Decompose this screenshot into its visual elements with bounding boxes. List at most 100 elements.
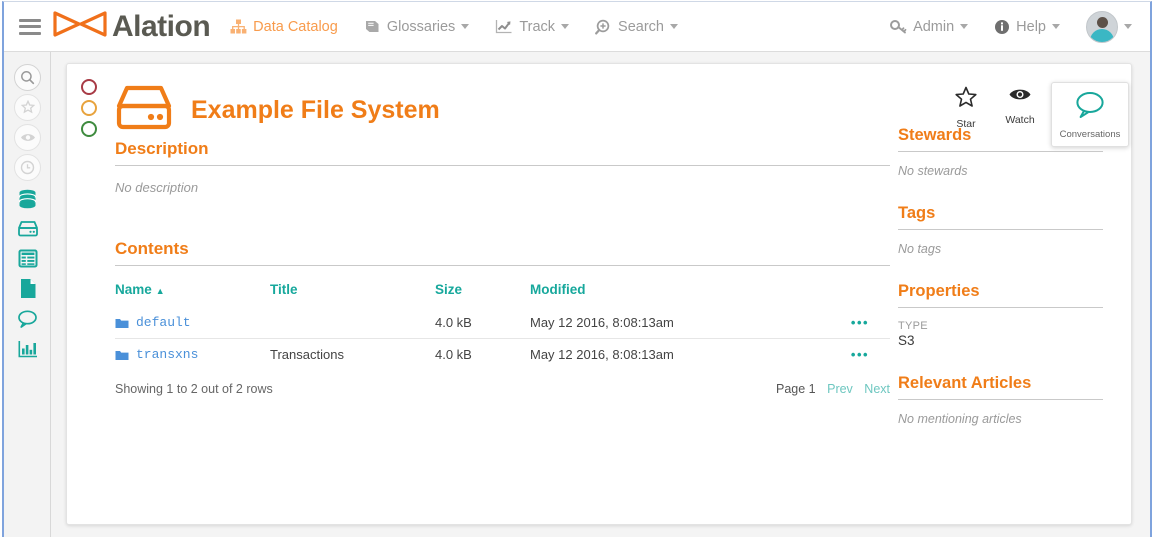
row-count-text: Showing 1 to 2 out of 2 rows [115,382,273,396]
rail-item-recent[interactable] [4,152,51,182]
alation-logo[interactable]: Alation [53,9,211,44]
main-column: Description No description Contents Name… [115,139,890,396]
info-circle-icon [994,19,1010,35]
table-row: transxns Transactions 4.0 kB May 12 2016… [115,338,890,370]
description-empty-text: No description [115,180,199,195]
rail-item-starred[interactable] [4,92,51,122]
conversation-icon [17,309,38,333]
column-header-name[interactable]: Name ▲ [115,276,270,307]
folder-link-default[interactable]: default [136,315,191,330]
deprecation-flag[interactable] [81,79,97,95]
column-header-title[interactable]: Title [270,276,435,307]
row-menu-button[interactable]: ••• [851,347,869,362]
search-plus-icon [595,19,612,35]
star-button[interactable]: Star [939,80,993,130]
nav-label-glossaries: Glossaries [386,18,456,35]
speech-bubble-icon [1074,91,1106,124]
nav-item-track[interactable]: Track [495,18,570,35]
table-footer: Showing 1 to 2 out of 2 rows Page 1 Prev… [115,382,890,396]
next-page-link[interactable]: Next [864,382,890,396]
avatar [1086,10,1118,43]
screenshot-viewport: Alation Data Catalog Glossaries Track Se… [0,0,1154,538]
cell-size: 4.0 kB [435,338,530,370]
endorsement-flag[interactable] [81,121,97,137]
chevron-down-icon [1052,24,1060,29]
book-icon [364,19,381,34]
recent-clock-icon [14,153,41,181]
watch-button[interactable]: Watch [993,80,1047,126]
cell-title [270,307,435,339]
table-header-row: Name ▲ Title Size Modified [115,276,890,307]
folder-icon [115,317,129,329]
folder-link-transxns[interactable]: transxns [136,347,198,362]
secondary-nav: Admin Help [890,10,1150,43]
prev-page-link[interactable]: Prev [827,382,853,396]
file-system-drive-icon [115,84,173,137]
row-menu-button[interactable]: ••• [851,315,869,330]
rail-item-file-systems[interactable] [4,216,51,246]
rail-item-watched[interactable] [4,122,51,152]
rail-item-search[interactable] [4,62,51,92]
relevant-articles-empty-text: No mentioning articles [898,412,1022,426]
tags-heading: Tags [898,204,1103,230]
dashboard-chart-icon [18,340,38,363]
eye-icon [1008,86,1032,108]
relevant-articles-heading: Relevant Articles [898,374,1103,400]
rail-item-conversations[interactable] [4,306,51,336]
nav-item-search[interactable]: Search [595,19,678,35]
column-label-name: Name [115,282,152,297]
cell-row-menu: ••• [830,307,890,339]
contents-table: Name ▲ Title Size Modified default 4.0 k… [115,276,890,370]
relevant-articles-section: Relevant Articles No mentioning articles [898,374,1103,426]
flag-indicators [81,79,97,137]
pagination: Page 1 Prev Next [776,382,890,396]
alation-logo-text: Alation [112,9,211,43]
sitemap-icon [230,19,247,34]
rail-item-databases[interactable] [4,186,51,216]
sort-ascending-icon: ▲ [155,286,165,296]
rail-item-articles[interactable] [4,276,51,306]
page-label: Page 1 [776,382,816,396]
rail-item-dashboards[interactable] [4,336,51,366]
key-icon [890,19,907,34]
rail-item-tables[interactable] [4,246,51,276]
left-icon-rail [4,52,51,537]
primary-nav: Data Catalog Glossaries Track Search [230,19,704,35]
nav-item-help[interactable]: Help [994,19,1060,35]
hamburger-icon[interactable] [19,18,41,35]
app-frame: Alation Data Catalog Glossaries Track Se… [2,1,1152,537]
folder-icon [115,349,129,361]
nav-label-data-catalog: Data Catalog [253,18,338,35]
tags-empty-text: No tags [898,242,942,256]
nav-label-track: Track [519,18,556,35]
properties-section: Properties TYPE S3 [898,282,1103,348]
star-outline-icon [955,86,977,112]
trending-chart-icon [495,19,513,34]
nav-item-glossaries[interactable]: Glossaries [364,19,470,35]
nav-item-data-catalog[interactable]: Data Catalog [230,19,338,35]
property-value-type: S3 [898,333,915,348]
column-header-menu [830,276,890,307]
cell-modified: May 12 2016, 8:08:13am [530,315,674,330]
warning-flag[interactable] [81,100,97,116]
database-icon [17,189,38,214]
column-header-modified[interactable]: Modified [530,276,830,307]
properties-heading: Properties [898,282,1103,308]
cell-title: Transactions [270,338,435,370]
user-menu[interactable] [1086,10,1132,43]
watch-eye-icon [14,123,41,151]
file-system-icon [17,220,39,243]
table-row: default 4.0 kB May 12 2016, 8:08:13am ••… [115,307,890,339]
cell-name: default [115,307,270,339]
chevron-down-icon [960,24,969,29]
contents-heading: Contents [115,239,890,266]
column-header-size[interactable]: Size [435,276,530,307]
cell-row-menu: ••• [830,338,890,370]
tags-section: Tags No tags [898,204,1103,256]
alation-logo-mark [53,9,109,44]
document-icon [19,278,37,304]
object-action-bar: Star Watch Conversations [939,80,1129,147]
object-detail-card: Example File System Description No descr… [66,63,1132,525]
nav-item-admin[interactable]: Admin [890,19,969,35]
nav-label-search: Search [618,18,664,35]
